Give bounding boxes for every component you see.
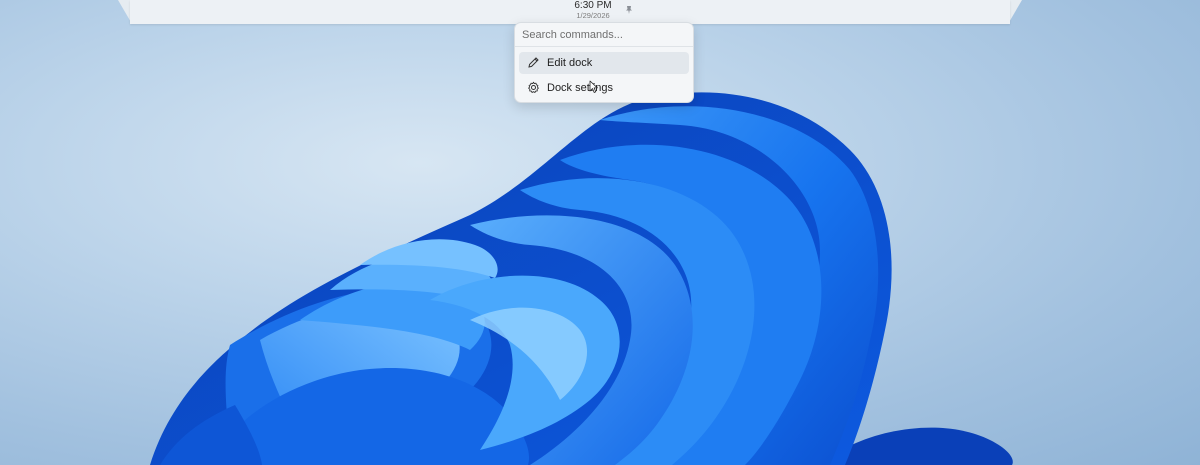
search-box xyxy=(515,23,693,47)
dock-context-menu: Edit dock Dock settings xyxy=(514,22,694,103)
search-commands-input[interactable] xyxy=(519,25,693,45)
menu-item-dock-settings[interactable]: Dock settings xyxy=(519,77,689,99)
pin-icon[interactable] xyxy=(624,5,634,15)
desktop: 6:30 PM 1/29/2026 Edit dock Dock setting… xyxy=(0,0,1200,465)
menu-item-label: Dock settings xyxy=(547,82,614,94)
gear-icon xyxy=(528,81,539,93)
dock-right-edge xyxy=(1008,0,1022,24)
clock-time: 6:30 PM xyxy=(574,0,612,11)
top-dock: 6:30 PM 1/29/2026 xyxy=(0,0,1200,24)
menu-item-label: Edit dock xyxy=(547,57,593,69)
dock-clock[interactable]: 6:30 PM 1/29/2026 xyxy=(563,1,623,20)
pencil-icon xyxy=(528,57,539,68)
menu-item-edit-dock[interactable]: Edit dock xyxy=(519,52,689,74)
clock-date: 1/29/2026 xyxy=(576,11,610,20)
